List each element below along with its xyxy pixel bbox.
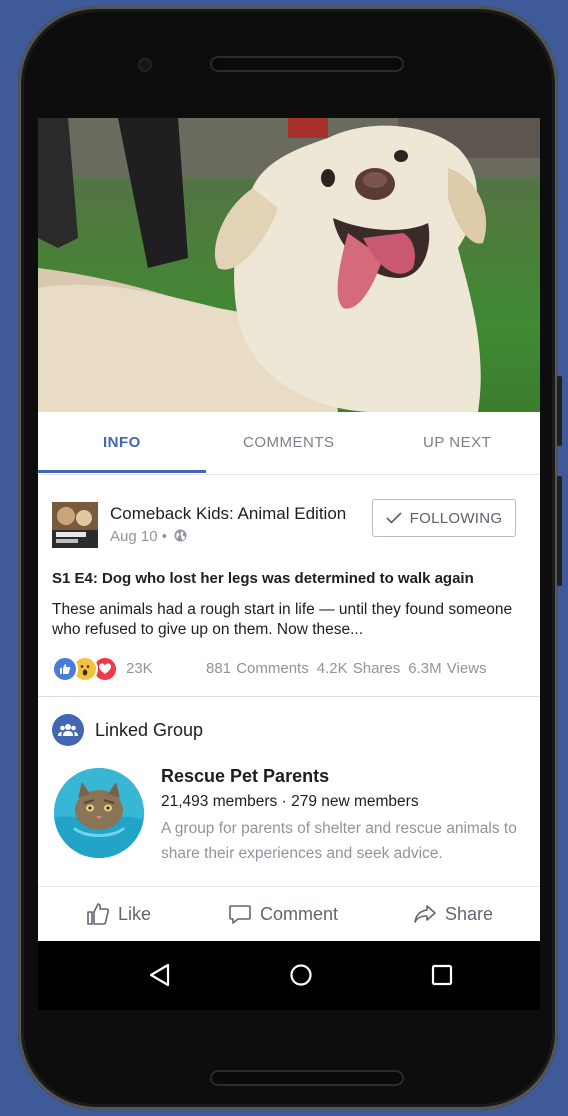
comment-button[interactable]: Comment (228, 902, 338, 926)
front-camera (138, 58, 152, 72)
views-count: 6.3M Views (408, 660, 487, 677)
app-screen: INFO COMMENTS UP NEXT Comeback Kids: Ani… (38, 118, 540, 1010)
like-button[interactable]: Like (86, 902, 151, 926)
active-tab-indicator (38, 470, 206, 473)
back-icon[interactable] (148, 963, 172, 987)
page-name[interactable]: Comeback Kids: Animal Edition (110, 504, 346, 524)
divider (38, 886, 540, 887)
share-icon (414, 905, 436, 923)
tab-up-next[interactable]: UP NEXT (423, 434, 491, 451)
tab-info[interactable]: INFO (103, 434, 141, 451)
tab-bar: INFO COMMENTS UP NEXT (38, 412, 540, 475)
following-label: FOLLOWING (409, 509, 503, 527)
group-avatar[interactable] (54, 768, 144, 858)
shares-count[interactable]: 4.2K Shares (317, 660, 401, 677)
thumbs-up-icon (87, 903, 109, 925)
group-description: A group for parents of shelter and rescu… (161, 820, 517, 862)
following-button[interactable]: FOLLOWING (372, 499, 516, 537)
like-label: Like (118, 903, 152, 924)
reaction-icons[interactable] (52, 656, 118, 682)
reaction-count[interactable]: 23K (126, 660, 153, 677)
group-members: 21,493 members · 279 new members (161, 793, 419, 810)
volume-button (557, 376, 562, 446)
bottom-speaker (210, 1070, 404, 1086)
checkmark-icon (386, 512, 402, 524)
tab-comments[interactable]: COMMENTS (243, 434, 335, 451)
comments-count[interactable]: 881 Comments (206, 660, 309, 677)
post-stats: 881 Comments 4.2K Shares 6.3M Views (206, 660, 495, 677)
page-avatar[interactable] (52, 502, 98, 548)
share-label: Share (445, 903, 494, 924)
home-icon[interactable] (289, 963, 313, 987)
share-button[interactable]: Share (413, 902, 493, 926)
post-meta: Aug 10 • (110, 528, 187, 545)
top-speaker (210, 56, 404, 72)
globe-icon (174, 529, 187, 542)
recents-icon[interactable] (430, 963, 454, 987)
divider (38, 696, 540, 697)
comment-icon (229, 905, 251, 924)
video-player[interactable] (38, 118, 540, 412)
video-title: S1 E4: Dog who lost her legs was determi… (52, 570, 474, 587)
video-frame-dog (38, 118, 540, 412)
group-name[interactable]: Rescue Pet Parents (161, 766, 329, 787)
groups-icon (52, 714, 84, 746)
power-button (557, 476, 562, 586)
video-description[interactable]: These animals had a rough start in life … (52, 600, 522, 640)
action-bar: Like Comment Share (38, 888, 540, 940)
linked-group-heading: Linked Group (95, 720, 204, 740)
android-nav-bar (38, 941, 540, 1010)
like-icon (52, 656, 78, 682)
comment-label: Comment (260, 903, 339, 924)
post-date: Aug 10 • (110, 528, 167, 545)
